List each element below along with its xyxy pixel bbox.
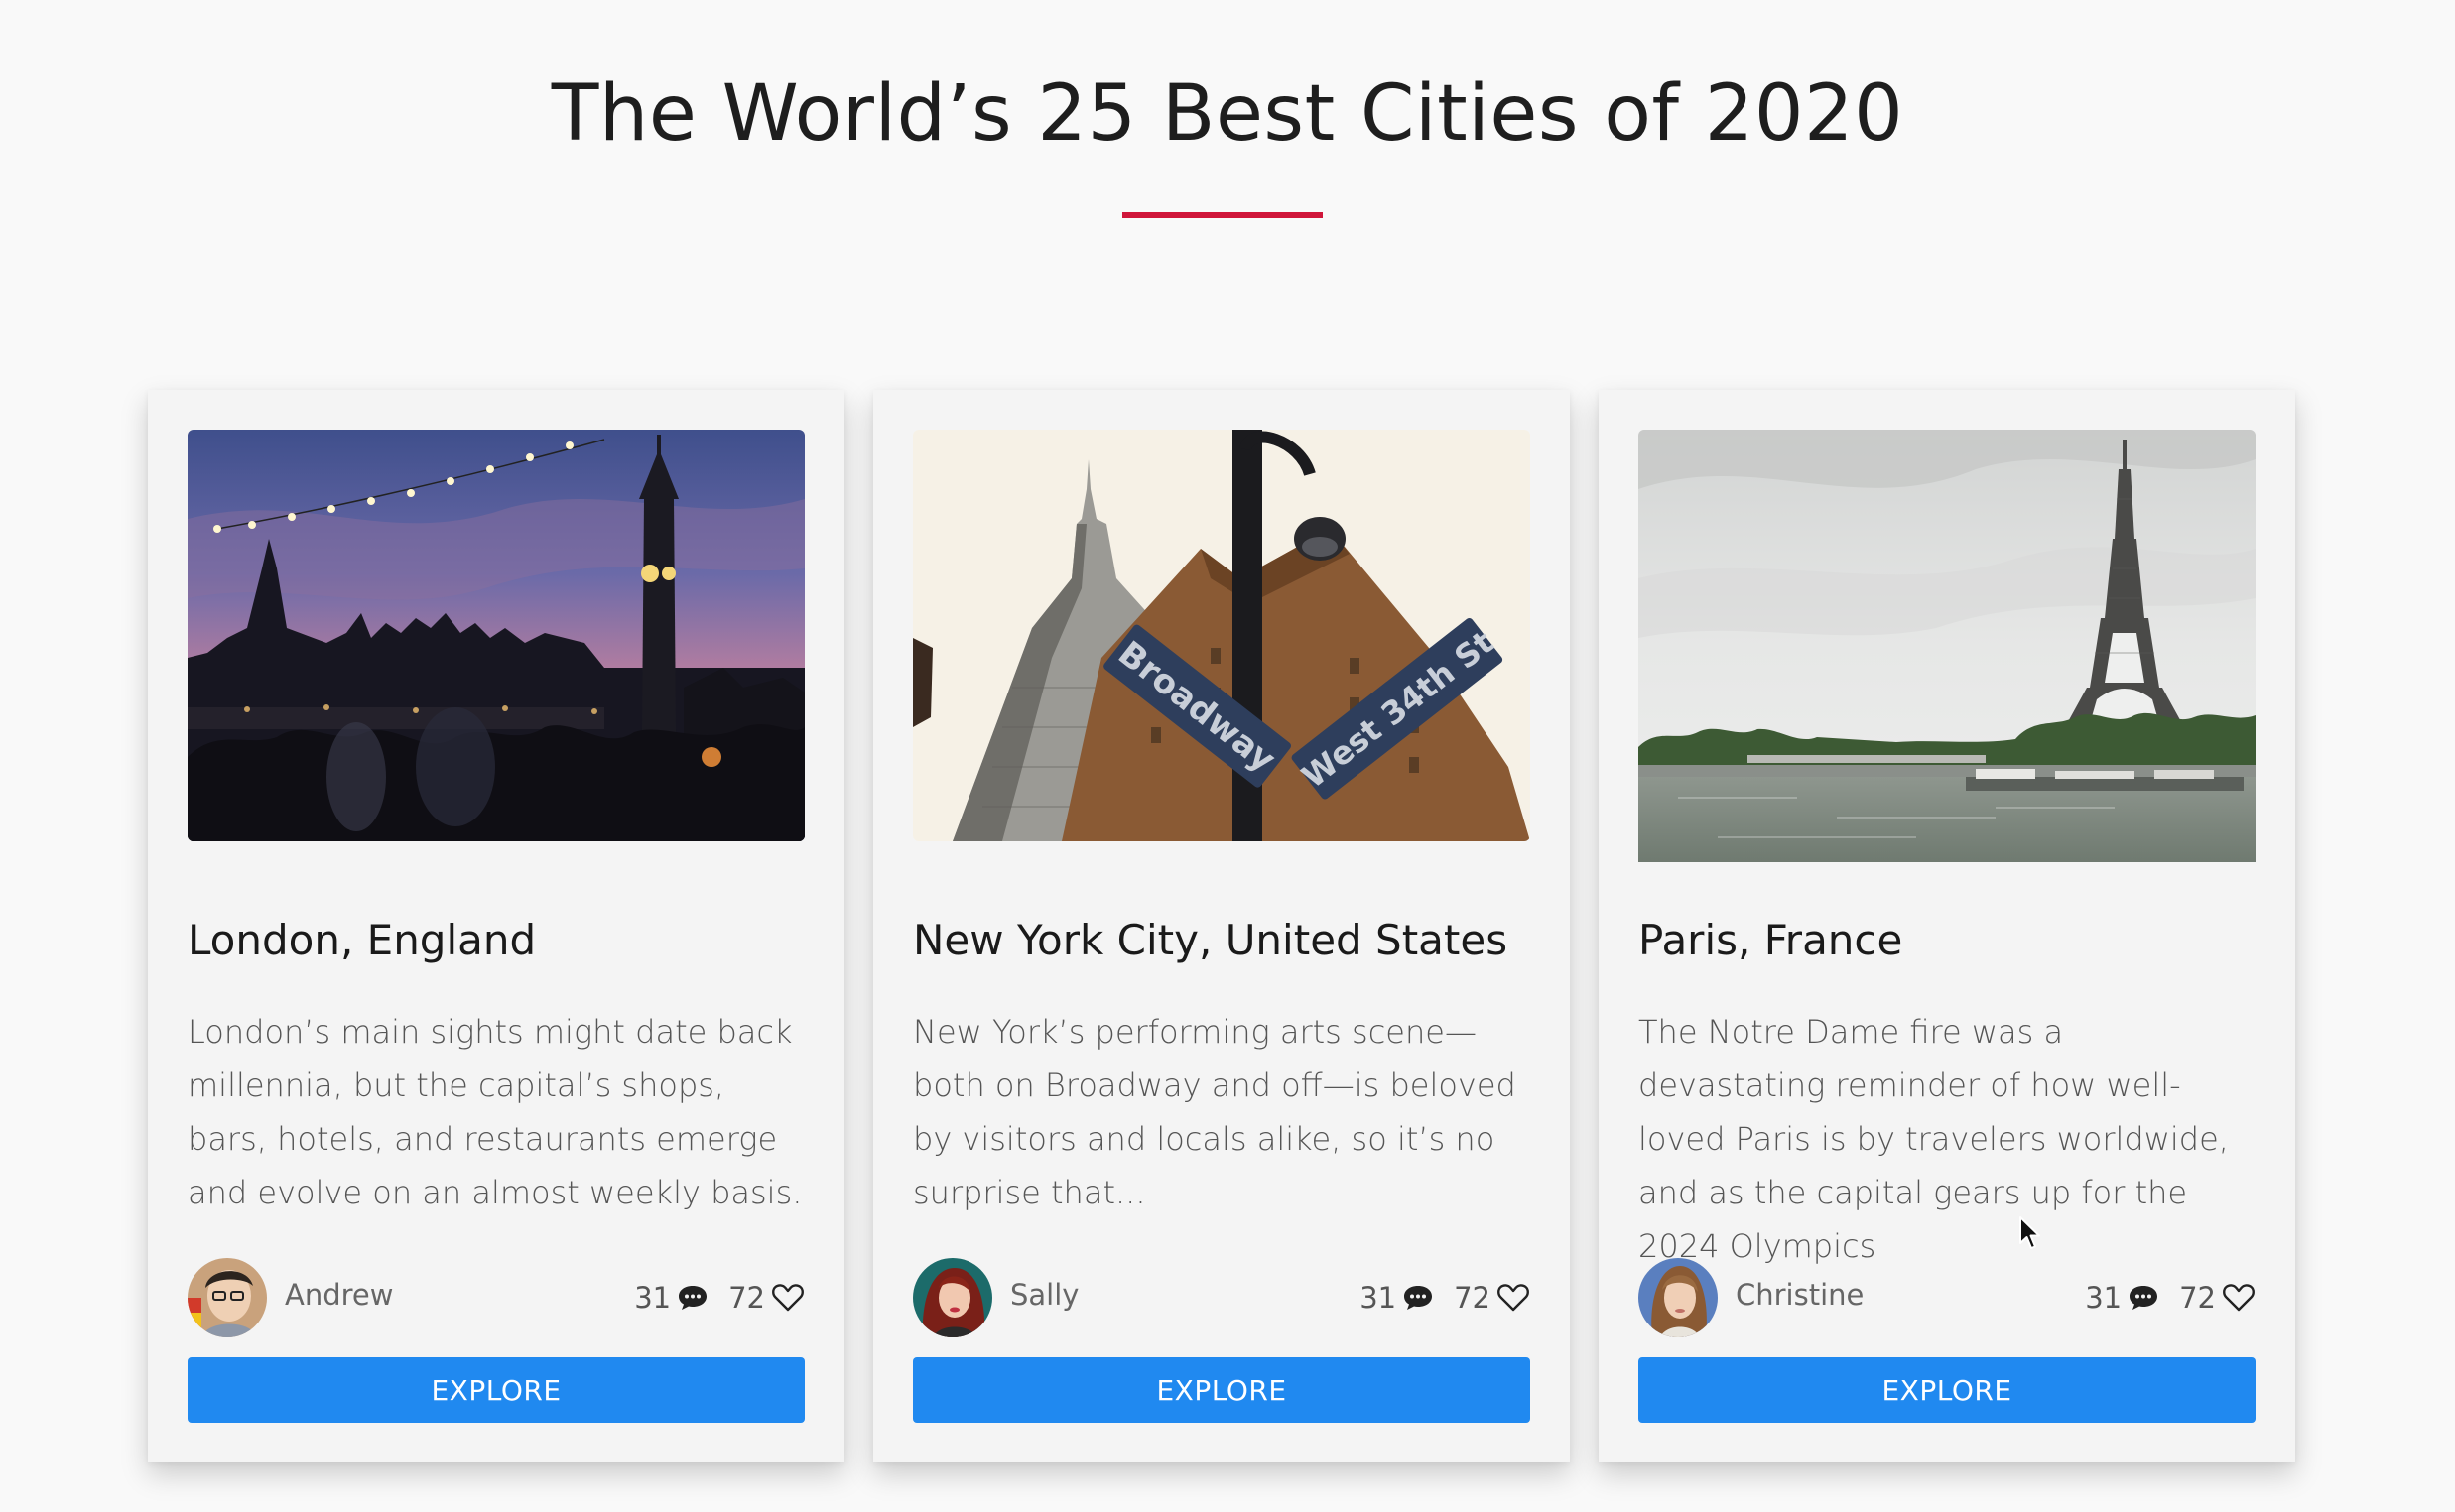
city-name: New York City, United States [913,916,1508,964]
comment-count: 31 [634,1281,672,1315]
city-description: London’s main sights might date back mil… [188,1013,803,1211]
london-photo [188,430,805,841]
author-name[interactable]: Christine [1736,1278,1864,1312]
like-count: 72 [1454,1281,1490,1315]
new-york-photo: Broadway West 34th St [913,430,1530,841]
avatar[interactable] [188,1258,267,1337]
avatar[interactable] [913,1258,992,1337]
city-card-london: London, England London’s main sights mig… [148,390,844,1462]
explore-button[interactable]: EXPLORE [913,1357,1530,1423]
title-underline [1122,212,1323,218]
card-stats: 31 72 [1359,1276,1530,1320]
like-count: 72 [728,1281,765,1315]
city-description: The Notre Dame fire was a devastating re… [1638,1013,2229,1265]
page-title: The World’s 25 Best Cities of 2020 [551,69,1904,159]
page: The World’s 25 Best Cities of 2020 Londo… [0,0,2455,1512]
comment-bubble-icon[interactable] [2128,1283,2159,1313]
comment-bubble-icon[interactable] [1402,1283,1434,1313]
heart-outline-icon[interactable] [2222,1283,2256,1313]
heart-outline-icon[interactable] [771,1283,805,1313]
explore-button[interactable]: EXPLORE [1638,1357,2256,1423]
card-footer: Andrew 31 72 [188,1258,805,1337]
card-footer: Sally 31 72 [913,1258,1530,1337]
city-name: Paris, France [1638,916,1903,964]
avatar[interactable] [1638,1258,1718,1337]
comment-bubble-icon[interactable] [677,1283,709,1313]
city-name: London, England [188,916,537,964]
city-card-new-york: Broadway West 34th St New York City, Uni… [873,390,1570,1462]
comment-count: 31 [1359,1281,1397,1315]
card-stats: 31 72 [2085,1276,2256,1320]
heart-outline-icon[interactable] [1496,1283,1530,1313]
paris-photo [1638,430,2256,862]
author-name[interactable]: Andrew [285,1278,393,1312]
city-card-paris: Paris, France The Notre Dame fire was a … [1599,390,2295,1462]
author-name[interactable]: Sally [1010,1278,1079,1312]
city-description: New York’s performing arts scene—both on… [913,1013,1516,1211]
card-stats: 31 72 [634,1276,805,1320]
mouse-pointer-icon [2018,1215,2042,1255]
comment-count: 31 [2085,1281,2123,1315]
card-footer: Christine 31 72 [1638,1258,2256,1337]
like-count: 72 [2179,1281,2216,1315]
explore-button[interactable]: EXPLORE [188,1357,805,1423]
